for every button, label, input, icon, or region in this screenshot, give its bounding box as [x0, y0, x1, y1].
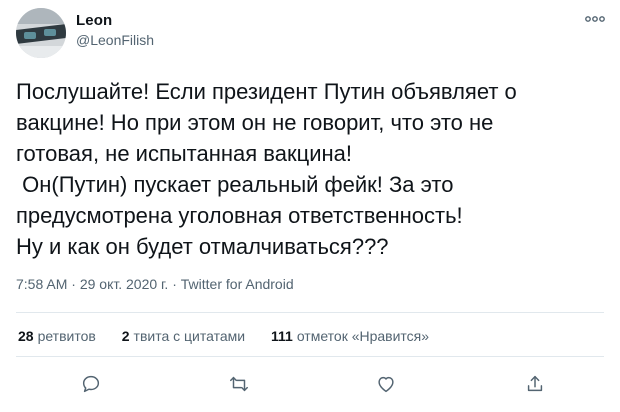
- tweet-source-link[interactable]: Twitter for Android: [181, 276, 294, 292]
- author-handle[interactable]: @LeonFilish: [76, 32, 154, 48]
- tweet-date[interactable]: 29 окт. 2020 г.: [80, 276, 169, 292]
- author-name[interactable]: Leon: [76, 12, 112, 29]
- likes-label: отметок «Нравится»: [296, 328, 430, 344]
- tweet-stats: 28 ретвитов 2 твита с цитатами 111 отметок …: [18, 328, 451, 344]
- divider: [16, 356, 604, 357]
- tweet-text-line: готовая, не испытанная вакцина!: [16, 141, 352, 166]
- tweet-text-line: Послушайте! Если президент Путин объявля…: [16, 79, 517, 104]
- tweet-text-line: вакцине! Но при этом он не говорит, что …: [16, 110, 494, 135]
- tweet-card: Leon @LeonFilish Послушайте! Если презид…: [0, 0, 620, 412]
- tweet-text-line: Ну и как он будет отмалчиваться???: [16, 234, 389, 259]
- tweet-time[interactable]: 7:58 AM: [16, 276, 67, 292]
- quotes-count: 2: [121, 328, 130, 344]
- likes-count: 111: [270, 328, 293, 344]
- heart-icon: [378, 376, 394, 393]
- quotes-stat[interactable]: 2 твита с цитатами: [122, 328, 245, 344]
- retweet-button[interactable]: [228, 373, 250, 395]
- quotes-label: твита с цитатами: [133, 328, 246, 344]
- share-button[interactable]: [524, 373, 546, 395]
- avatar[interactable]: [16, 8, 66, 58]
- retweet-icon: [230, 376, 248, 392]
- retweets-stat[interactable]: 28 ретвитов: [18, 328, 96, 344]
- like-button[interactable]: [375, 373, 397, 395]
- more-horizontal-icon[interactable]: [584, 12, 606, 26]
- retweets-count: 28: [18, 328, 34, 344]
- reply-icon: [82, 375, 100, 393]
- meta-separator: ·: [67, 276, 80, 292]
- divider: [16, 312, 604, 313]
- tweet-meta: 7:58 AM · 29 окт. 2020 г. · Twitter for …: [16, 276, 294, 292]
- tweet-text-line: предусмотрена уголовная ответственность!: [16, 203, 463, 228]
- tweet-text-line: Он(Путин) пускает реальный фейк! За это: [16, 172, 454, 197]
- share-icon: [527, 375, 543, 392]
- retweets-label: ретвитов: [37, 328, 96, 344]
- tweet-text: Послушайте! Если президент Путин объявля…: [16, 76, 608, 262]
- reply-button[interactable]: [80, 373, 102, 395]
- meta-separator: ·: [168, 276, 181, 292]
- likes-stat[interactable]: 111 отметок «Нравится»: [271, 328, 429, 344]
